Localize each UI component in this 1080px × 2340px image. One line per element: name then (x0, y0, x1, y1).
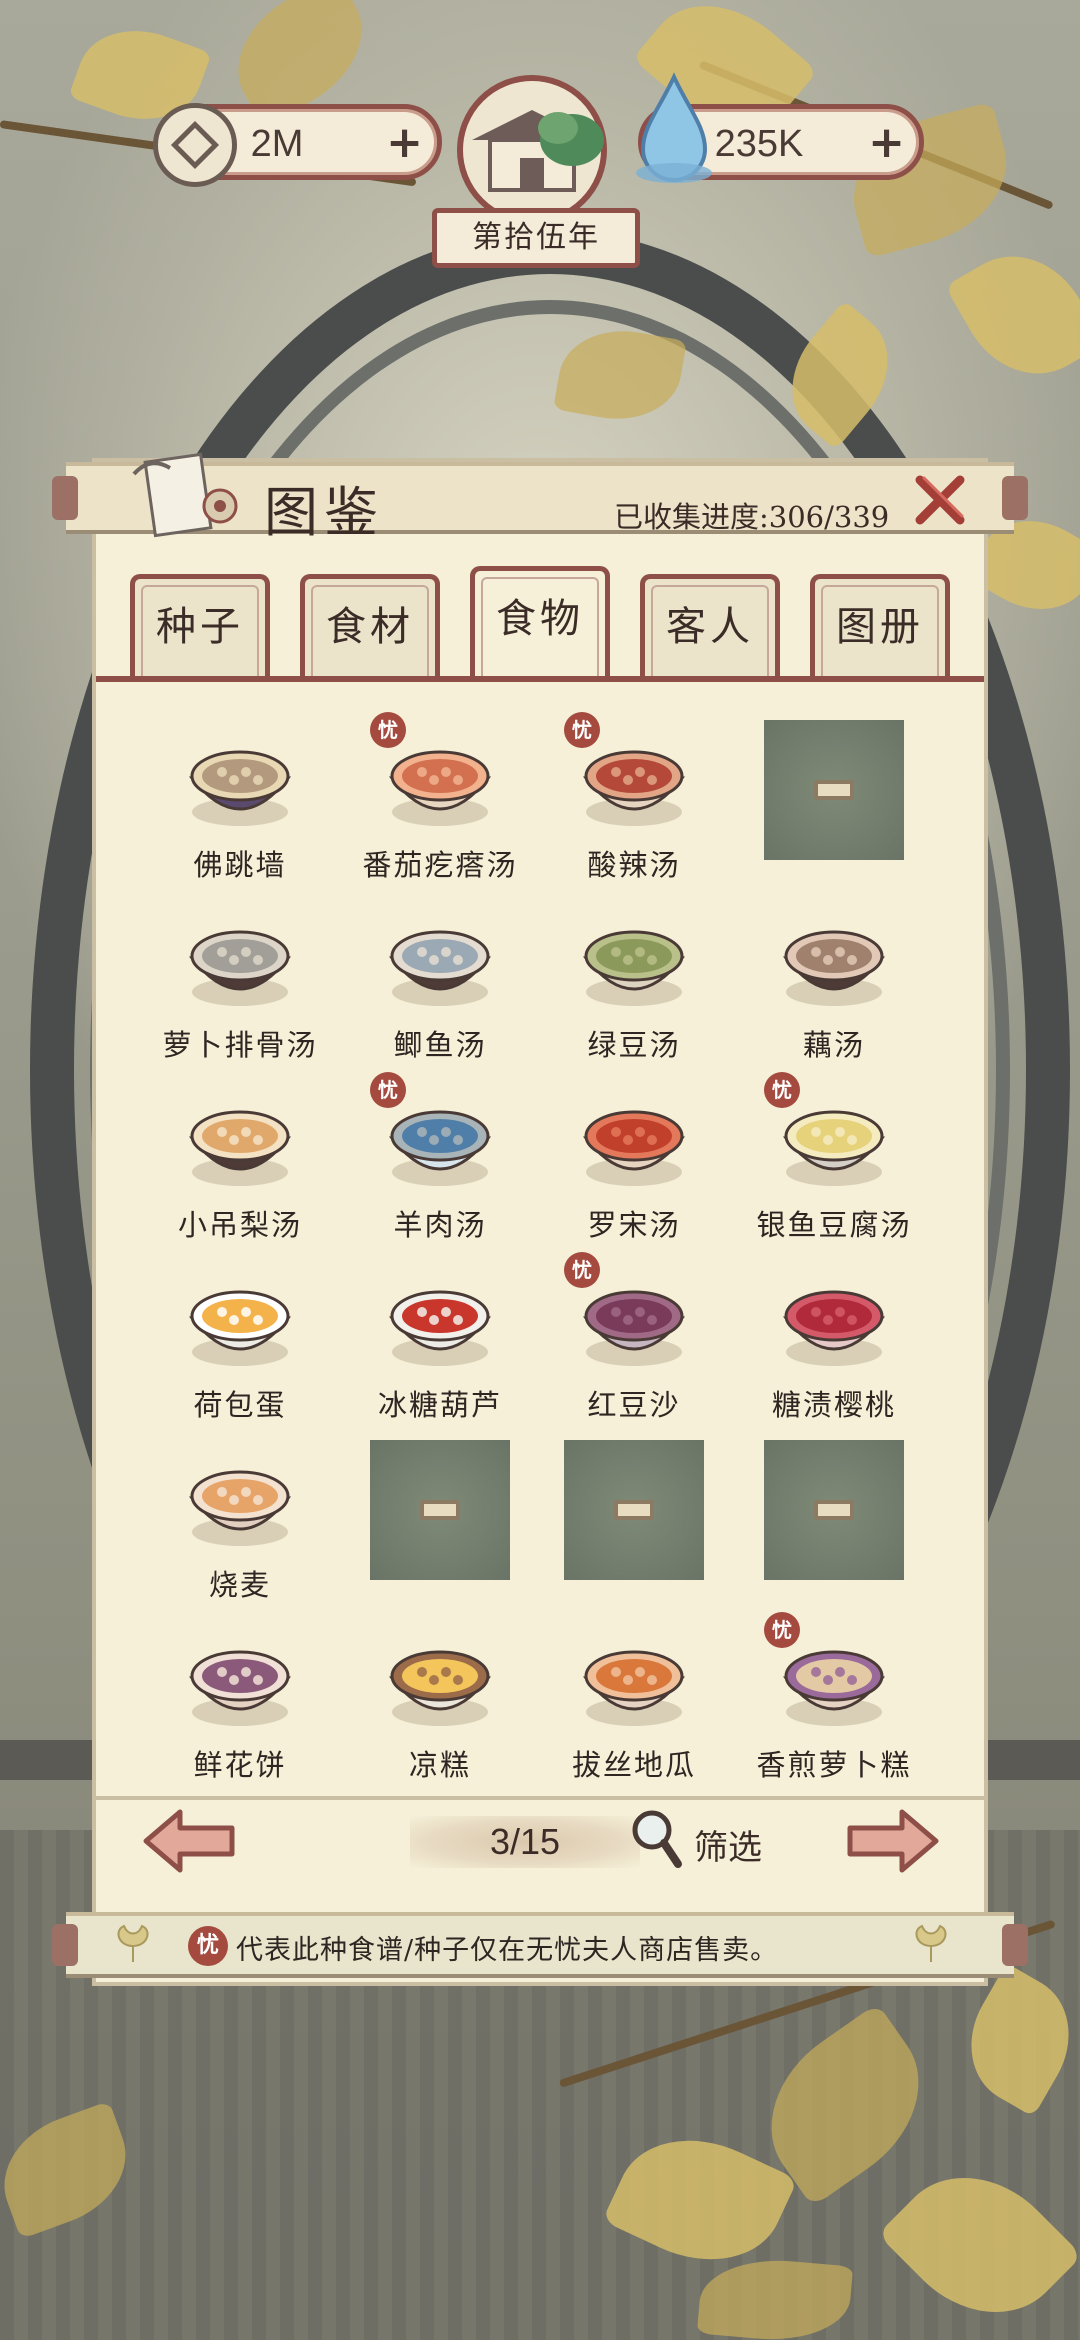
borscht-icon (582, 1110, 686, 1186)
panel-title: 图鉴 (264, 481, 384, 544)
food-item-name: 银鱼豆腐汤 (756, 1208, 912, 1242)
locked-item[interactable] (734, 1420, 934, 1596)
locked-slot-icon (564, 1440, 704, 1580)
add-water-button[interactable]: + (868, 121, 905, 165)
buddha-jumps-wall-icon (188, 750, 292, 826)
candied-haws-icon (388, 1290, 492, 1366)
magnifier-icon[interactable] (628, 1806, 684, 1870)
food-item-name: 烧麦 (208, 1568, 271, 1602)
food-item[interactable]: 忧羊肉汤 (340, 1060, 540, 1242)
coin-counter[interactable]: 2M + (153, 103, 442, 187)
scroll-knob (1002, 476, 1028, 520)
fried-egg-icon (188, 1290, 292, 1366)
close-icon[interactable] (910, 470, 970, 530)
scroll-knob (1002, 1924, 1028, 1966)
food-item-name: 酸辣汤 (587, 848, 681, 882)
food-item[interactable]: 忧香煎萝卜糕 (734, 1600, 934, 1782)
food-item[interactable]: 烧麦 (140, 1420, 340, 1602)
radish-rib-soup-icon (188, 930, 292, 1006)
year-badge: 第拾伍年 (432, 208, 640, 268)
lotus-root-soup-icon (782, 930, 886, 1006)
food-item[interactable]: 拔丝地瓜 (534, 1600, 734, 1782)
mung-bean-soup-icon (582, 930, 686, 1006)
exclusive-badge-icon: 忧 (764, 1612, 800, 1648)
flower-cake-icon (188, 1650, 292, 1726)
exclusive-badge-icon: 忧 (370, 712, 406, 748)
locked-slot-icon (370, 1440, 510, 1580)
food-item[interactable]: 荷包蛋 (140, 1240, 340, 1422)
food-item[interactable]: 凉糕 (340, 1600, 540, 1782)
tab-album[interactable]: 图册 (810, 574, 950, 678)
food-item[interactable]: 忧酸辣汤 (534, 700, 734, 882)
tab-ingredients[interactable]: 食材 (300, 574, 440, 678)
food-item[interactable]: 小吊梨汤 (140, 1060, 340, 1242)
exclusive-badge-icon: 忧 (764, 1072, 800, 1108)
scroll-knob (52, 476, 78, 520)
cold-cake-icon (388, 1650, 492, 1726)
food-item[interactable]: 藕汤 (734, 880, 934, 1062)
shaomai-icon (188, 1470, 292, 1546)
tab-seeds[interactable]: 种子 (130, 574, 270, 678)
footer-note: 代表此种食谱/种子仅在无忧夫人商店售卖。 (236, 1935, 779, 1966)
ginkgo-leaf-icon (117, 1924, 149, 1962)
house-emblem-icon[interactable] (432, 70, 632, 230)
water-counter[interactable]: 235K + (636, 72, 924, 183)
prev-page-arrow-icon[interactable] (140, 1806, 240, 1876)
filter-button[interactable]: 筛选 (694, 1820, 762, 1869)
food-item[interactable]: 罗宋汤 (534, 1060, 734, 1242)
water-value: 235K (714, 123, 804, 165)
food-item[interactable]: 鲫鱼汤 (340, 880, 540, 1062)
tab-guests[interactable]: 客人 (640, 574, 780, 678)
food-item-name: 糖渍樱桃 (771, 1388, 896, 1422)
pear-soup-icon (188, 1110, 292, 1186)
add-coins-button[interactable]: + (386, 121, 423, 165)
food-item[interactable]: 忧银鱼豆腐汤 (734, 1060, 934, 1242)
locked-item[interactable] (534, 1420, 734, 1596)
coin-value: 2M (250, 123, 304, 165)
next-page-arrow-icon[interactable] (842, 1806, 942, 1876)
scroll-book-icon (132, 452, 238, 538)
candied-cherry-icon (782, 1290, 886, 1366)
food-item[interactable]: 糖渍樱桃 (734, 1240, 934, 1422)
food-item[interactable]: 冰糖葫芦 (340, 1240, 540, 1422)
exclusive-badge-icon: 忧 (564, 712, 600, 748)
exclusive-badge-icon: 忧 (188, 1926, 228, 1966)
tab-food[interactable]: 食物 (470, 566, 610, 678)
food-item[interactable]: 鲜花饼 (140, 1600, 340, 1782)
locked-slot-icon (764, 1440, 904, 1580)
crucian-fish-soup-icon (388, 930, 492, 1006)
food-item[interactable]: 忧番茄疙瘩汤 (340, 700, 540, 882)
locked-slot-icon (764, 720, 904, 860)
food-item[interactable]: 忧红豆沙 (534, 1240, 734, 1422)
locked-item[interactable] (734, 700, 934, 876)
food-item-name: 香煎萝卜糕 (756, 1748, 912, 1782)
scroll-knob (52, 1924, 78, 1966)
collection-progress: 已收集进度:306/339 (614, 500, 890, 534)
locked-item[interactable] (340, 1420, 540, 1596)
page-indicator: 3/15 (410, 1816, 640, 1868)
food-item[interactable]: 佛跳墙 (140, 700, 340, 882)
food-item[interactable]: 绿豆汤 (534, 880, 734, 1062)
food-item[interactable]: 萝卜排骨汤 (140, 880, 340, 1062)
candied-sweet-potato-icon (582, 1650, 686, 1726)
exclusive-badge-icon: 忧 (564, 1252, 600, 1288)
ginkgo-leaf-icon (915, 1924, 947, 1962)
food-item-name: 藕汤 (802, 1028, 865, 1062)
exclusive-badge-icon: 忧 (370, 1072, 406, 1108)
